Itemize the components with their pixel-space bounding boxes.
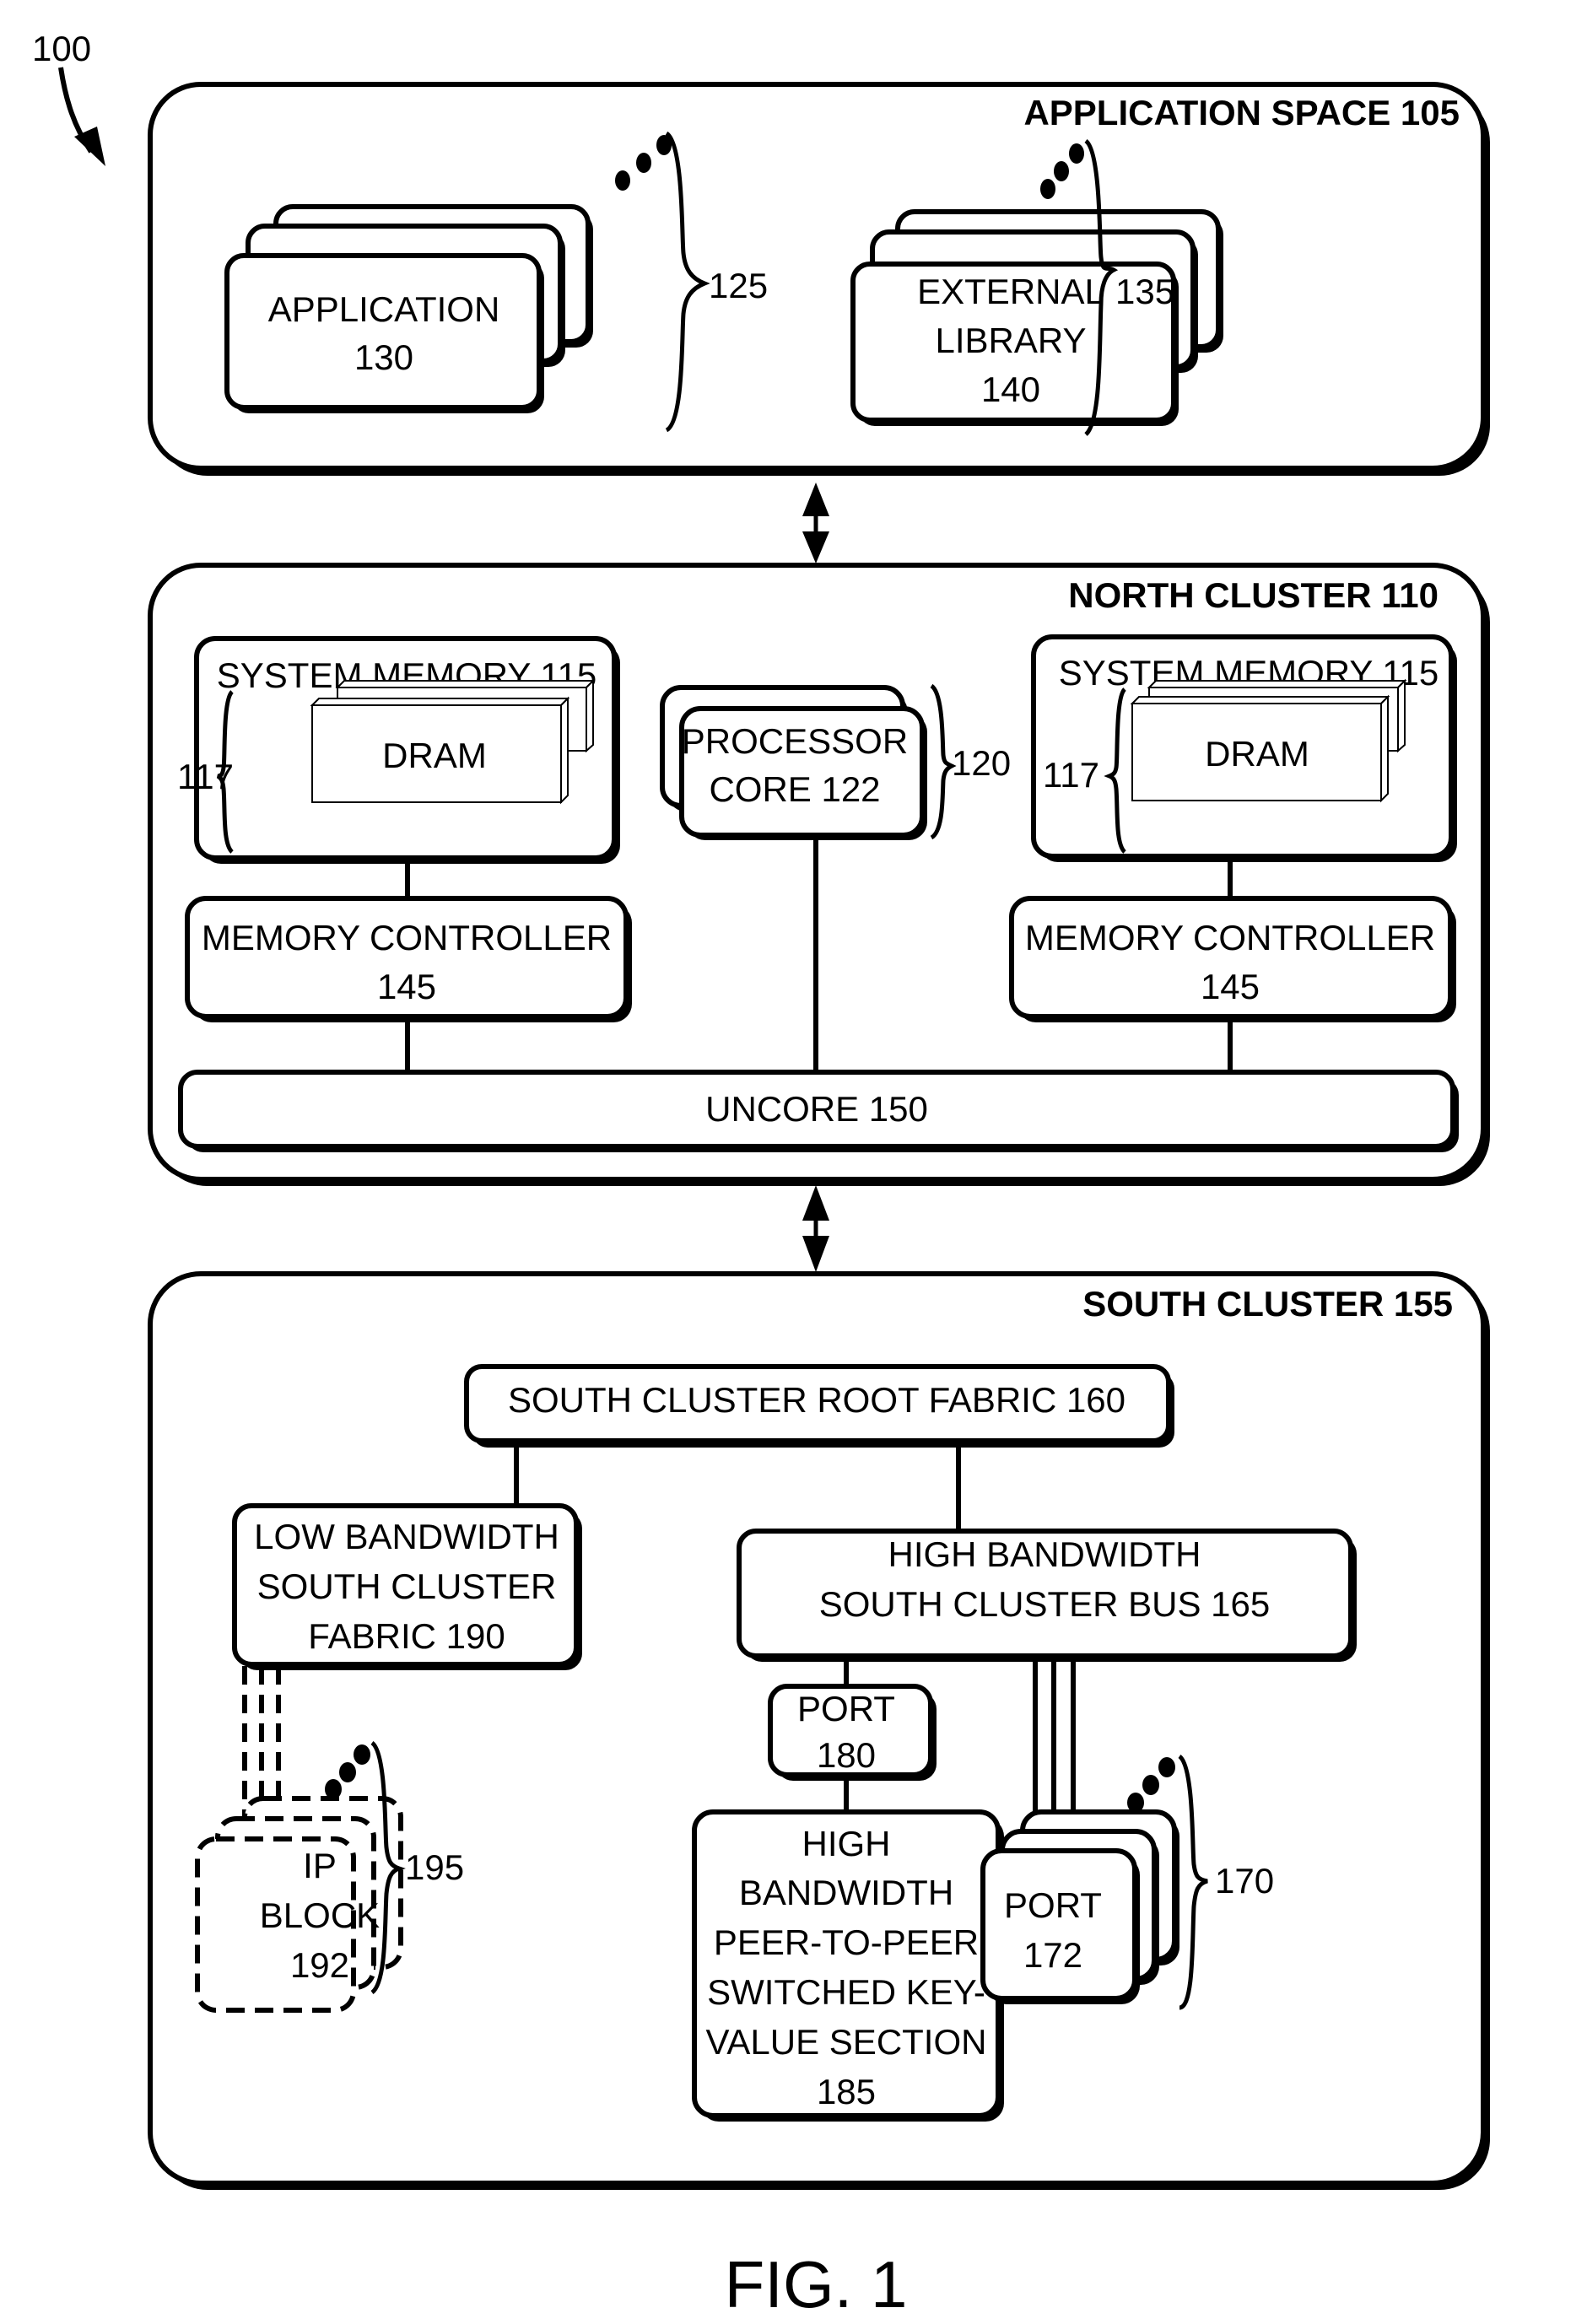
ip-block-line2: BLOCK [260, 1895, 380, 1935]
external-library-ref: 140 [981, 369, 1040, 409]
port-172-line1: PORT [1004, 1885, 1102, 1925]
dram-left-text: DRAM [382, 736, 487, 775]
root-fabric-label: SOUTH CLUSTER ROOT FABRIC 160 [508, 1380, 1125, 1420]
application-label: APPLICATION [268, 289, 500, 329]
application-space-title: APPLICATION SPACE 105 [1023, 93, 1460, 132]
key-value-line6: 185 [817, 2072, 876, 2111]
memory-controller-right-line1: MEMORY CONTROLLER [1025, 918, 1435, 957]
dram-group-ref-117-right: 117 [1043, 755, 1099, 795]
north-cluster-title: NORTH CLUSTER 110 [1068, 575, 1439, 615]
processor-core-line2: CORE 122 [709, 769, 880, 809]
external-library-group-ref-135: 135 [1115, 272, 1174, 311]
low-bandwidth-south-cluster-fabric-190[interactable]: LOW BANDWIDTH SOUTH CLUSTER FABRIC 190 [232, 1503, 582, 1670]
high-bandwidth-peer-to-peer-switched-key-value-section-185[interactable]: HIGH BANDWIDTH PEER-TO-PEER SWITCHED KEY… [692, 1809, 1004, 2122]
port-172-line2: 172 [1023, 1935, 1082, 1975]
uncore-150[interactable]: UNCORE 150 [178, 1070, 1459, 1152]
external-library-line2: LIBRARY [936, 321, 1087, 360]
south-cluster-title: SOUTH CLUSTER 155 [1082, 1284, 1453, 1324]
port-180[interactable]: PORT 180 [768, 1684, 937, 1781]
processor-core-122-stack[interactable]: PROCESSOR CORE 122 [660, 685, 927, 840]
low-bandwidth-line3: FABRIC 190 [308, 1616, 505, 1656]
application-group-ref-125: 125 [709, 266, 768, 305]
ip-block-line1: IP [303, 1846, 337, 1885]
port-172-stack[interactable]: PORT 172 [980, 1809, 1179, 2004]
ip-block-line3: 192 [290, 1945, 349, 1985]
system-memory-115-right[interactable]: SYSTEM MEMORY 115 DRAM [1031, 634, 1457, 862]
low-bandwidth-line2: SOUTH CLUSTER [257, 1566, 557, 1606]
high-bandwidth-bus-line1: HIGH BANDWIDTH [888, 1534, 1201, 1574]
south-cluster-root-fabric-160[interactable]: SOUTH CLUSTER ROOT FABRIC 160 [464, 1364, 1174, 1448]
memory-controller-145-right[interactable]: MEMORY CONTROLLER 145 [1009, 896, 1456, 1022]
south-cluster-155: SOUTH CLUSTER 155 SOUTH CLUSTER ROOT FAB… [148, 1271, 1490, 2190]
key-value-line5: VALUE SECTION [706, 2022, 987, 2062]
memory-controller-right-line2: 145 [1201, 967, 1260, 1006]
application-space-105: APPLICATION SPACE 105 APPLICATION 130 12… [148, 82, 1490, 476]
north-cluster-110: NORTH CLUSTER 110 SYSTEM MEMORY 115 117 … [148, 563, 1490, 1186]
processor-group-ref-120: 120 [952, 743, 1011, 783]
figure-ref-100: 100 [32, 29, 91, 68]
key-value-line3: PEER-TO-PEER [714, 1922, 979, 1962]
bidirectional-arrow-icon [802, 1185, 829, 1272]
ip-block-192-stack[interactable]: IP BLOCK 192 [195, 1796, 403, 2013]
key-value-line2: BANDWIDTH [739, 1873, 953, 1912]
memory-controller-left-line2: 145 [377, 967, 436, 1006]
application-130-stack[interactable]: APPLICATION 130 [224, 204, 593, 413]
external-library-line1: EXTERNAL [917, 272, 1104, 311]
high-bandwidth-bus-line2: SOUTH CLUSTER BUS 165 [819, 1584, 1270, 1624]
figure-ref-arrow-icon [58, 67, 105, 166]
key-value-line4: SWITCHED KEY- [707, 1972, 985, 2012]
memory-controller-145-left[interactable]: MEMORY CONTROLLER 145 [185, 896, 632, 1022]
high-bandwidth-south-cluster-bus-165[interactable]: HIGH BANDWIDTH SOUTH CLUSTER BUS 165 [737, 1529, 1357, 1662]
system-architecture-diagram: 100 APPLICATION SPACE 105 APPLICATION 13… [32, 29, 1490, 2321]
dram-right-text: DRAM [1205, 734, 1309, 774]
dram-group-ref-117-left: 117 [177, 757, 234, 796]
uncore-label: UNCORE 150 [705, 1089, 928, 1129]
port-180-line1: PORT [797, 1689, 895, 1728]
application-ref: 130 [354, 337, 413, 377]
bidirectional-arrow-icon [802, 483, 829, 563]
memory-controller-left-line1: MEMORY CONTROLLER [202, 918, 612, 957]
port-180-line2: 180 [817, 1735, 876, 1775]
figure-caption: FIG. 1 [725, 2247, 908, 2321]
processor-core-line1: PROCESSOR [682, 721, 908, 761]
key-value-line1: HIGH [802, 1824, 891, 1863]
port-group-ref-170: 170 [1215, 1861, 1274, 1901]
external-library-140-stack[interactable]: EXTERNAL LIBRARY 140 [850, 209, 1223, 426]
low-bandwidth-line1: LOW BANDWIDTH [254, 1517, 559, 1556]
ip-block-group-ref-195: 195 [405, 1847, 464, 1887]
